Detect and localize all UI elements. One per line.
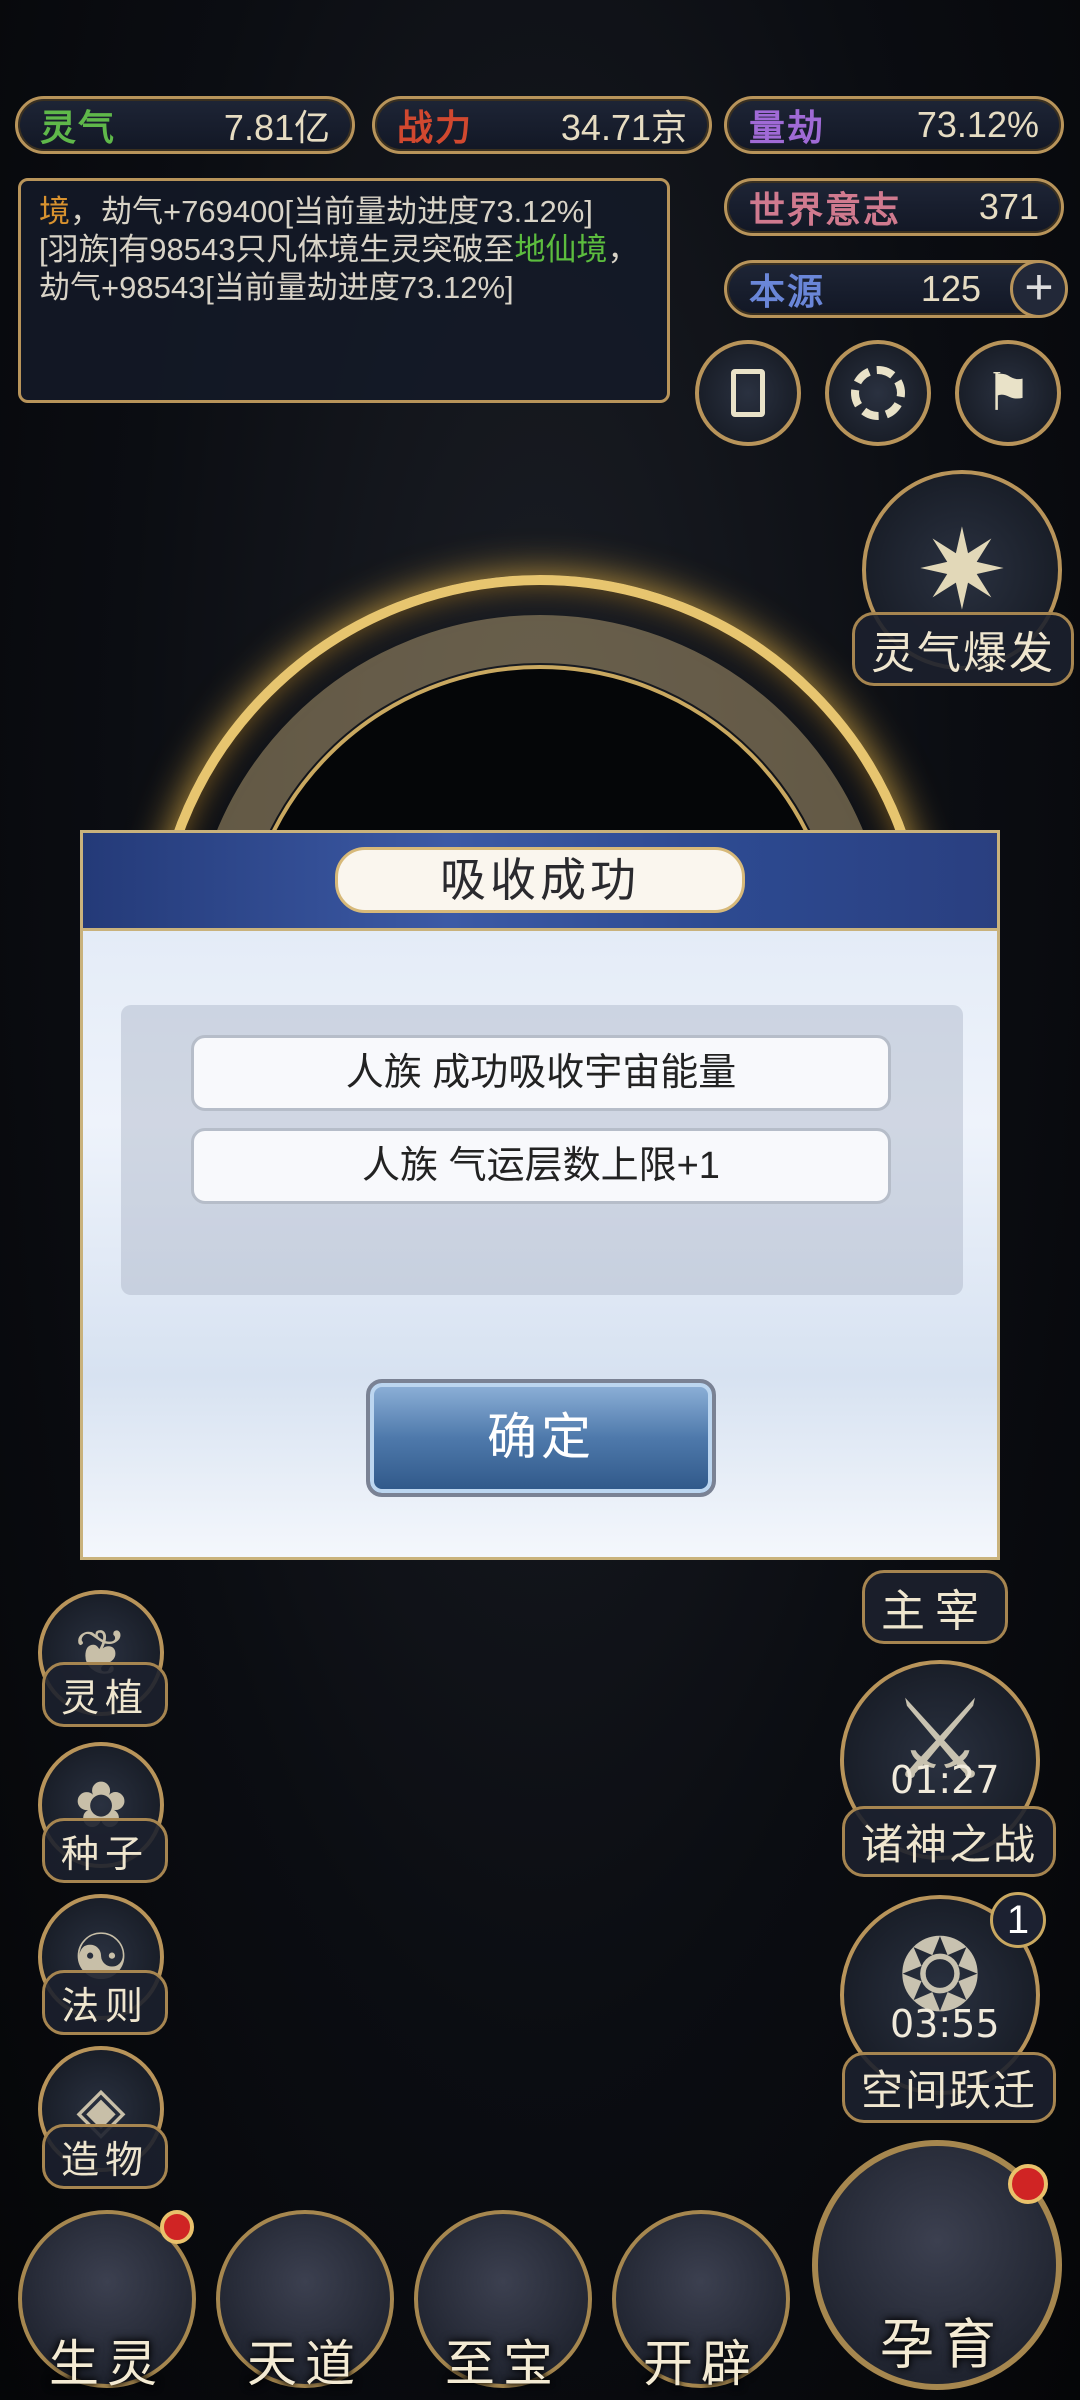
vortex-icon <box>851 366 905 420</box>
liangjie-label: 量劫 <box>749 107 826 148</box>
leap-badge: 1 <box>990 1892 1046 1948</box>
zhongzi-label: 种子 <box>42 1818 169 1883</box>
log-line2-highlight: 地仙境 <box>514 232 608 267</box>
flag-icon: ⚑ <box>984 364 1032 422</box>
card-icon <box>731 369 765 417</box>
log-line1-highlight: 境 <box>39 194 70 229</box>
shijieyizhi-value: 371 <box>978 186 1039 227</box>
leap-label: 空间跃迁 <box>842 2052 1057 2123</box>
nav-shengling-notify-dot <box>160 2210 194 2244</box>
nav-tiandao-label: 天道 <box>247 2336 363 2392</box>
absorb-success-dialog: 吸收成功 人族 成功吸收宇宙能量 人族 气运层数上限+1 确定 <box>80 830 1000 1560</box>
shijieyizhi-label: 世界意志 <box>749 189 902 230</box>
burst-label[interactable]: 灵气爆发 <box>852 612 1074 686</box>
zhuzai-label[interactable]: 主宰 <box>862 1570 1008 1644</box>
zhanli-label: 战力 <box>397 107 474 148</box>
benyuan-label: 本源 <box>749 271 826 312</box>
dialog-message-line: 人族 成功吸收宇宙能量 <box>191 1035 891 1111</box>
log-line2-text: [羽族]有98543只凡体境生灵突破至 <box>39 232 515 267</box>
battle-label: 诸神之战 <box>842 1806 1057 1877</box>
zhanli-stat[interactable]: 战力 34.71京 <box>372 96 712 154</box>
liangjie-stat[interactable]: 量劫 73.12% <box>724 96 1064 154</box>
dialog-message-line: 人族 气运层数上限+1 <box>191 1128 891 1204</box>
lingqi-label: 灵气 <box>40 107 117 148</box>
zaowu-label: 造物 <box>42 2124 169 2189</box>
card-icon-button[interactable] <box>695 340 801 446</box>
nav-yunyu-label: 孕育 <box>880 2315 1004 2375</box>
benyuan-value: 125 <box>920 268 981 309</box>
lingqi-value: 7.81亿 <box>223 107 330 148</box>
vortex-icon-button[interactable] <box>825 340 931 446</box>
add-benyuan-button[interactable]: + <box>1010 260 1068 318</box>
faze-label: 法则 <box>42 1970 169 2035</box>
liangjie-value: 73.12% <box>916 104 1039 145</box>
nav-shengling-label: 生灵 <box>49 2336 165 2392</box>
nav-yunyu-notify-dot <box>1008 2164 1048 2204</box>
lingqi-stat[interactable]: 灵气 7.81亿 <box>15 96 355 154</box>
zhanli-value: 34.71京 <box>560 107 687 148</box>
nav-zhibao-label: 至宝 <box>445 2336 561 2392</box>
log-line1-text: ，劫气+769400[当前量劫进度73.12%] <box>70 194 593 229</box>
event-log: 境，劫气+769400[当前量劫进度73.12%] [羽族]有98543只凡体境… <box>18 178 670 403</box>
nav-kaipi-label: 开辟 <box>643 2336 759 2392</box>
flag-icon-button[interactable]: ⚑ <box>955 340 1061 446</box>
dialog-title: 吸收成功 <box>335 847 745 913</box>
confirm-button[interactable]: 确定 <box>366 1379 716 1497</box>
leap-timer: 03:55 <box>890 2002 1000 2046</box>
battle-timer: 01:27 <box>890 1758 1000 1802</box>
shijieyizhi-stat[interactable]: 世界意志 371 <box>724 178 1064 236</box>
lingzhi-label: 灵植 <box>42 1662 169 1727</box>
